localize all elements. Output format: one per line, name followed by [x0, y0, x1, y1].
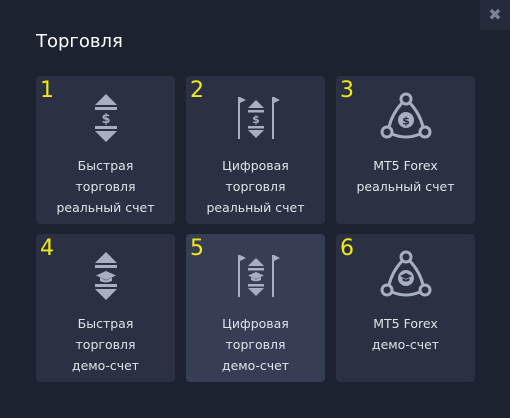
card-number: 5 — [190, 236, 204, 261]
card-number: 2 — [190, 78, 204, 103]
digital-trading-demo-icon — [237, 255, 280, 297]
svg-text:$: $ — [402, 115, 410, 128]
mt5-forex-demo-icon — [380, 250, 431, 297]
digital-trading-dollar-icon: $ — [237, 97, 280, 139]
svg-text:$: $ — [101, 112, 110, 127]
card-digital-trading-real[interactable]: 2 $ Цифровая торговля реальный счет — [186, 76, 325, 224]
card-mt5-forex-demo[interactable]: 6 MT5 Forex демо-счет — [336, 234, 475, 382]
card-number: 6 — [340, 236, 354, 261]
mt5-forex-dollar-icon: $ — [380, 92, 431, 139]
close-icon: ✖ — [488, 5, 502, 24]
card-mt5-forex-real[interactable]: 3 $ MT5 Forex реальный счет — [336, 76, 475, 224]
card-number: 4 — [40, 236, 54, 261]
card-label: Быстрая торговля демо-счет — [71, 316, 140, 373]
card-number: 3 — [340, 78, 354, 103]
card-label: Быстрая торговля реальный счет — [56, 158, 155, 215]
modal-title: Торговля — [36, 31, 123, 52]
trading-modal: ✖ Торговля 1 $ Быстрая торговля реальный… — [0, 0, 510, 418]
card-quick-trading-real[interactable]: 1 $ Быстрая торговля реальный счет — [36, 76, 175, 224]
quick-trading-dollar-icon: $ — [94, 94, 117, 142]
quick-trading-demo-icon — [94, 252, 117, 300]
card-label: MT5 Forex демо-счет — [371, 316, 440, 352]
card-label: Цифровая торговля демо-счет — [221, 316, 290, 373]
card-number: 1 — [40, 78, 54, 103]
trading-options-grid: 1 $ Быстрая торговля реальный счет 2 $ Ц… — [36, 76, 476, 383]
close-button[interactable]: ✖ — [480, 0, 510, 30]
card-label: MT5 Forex реальный счет — [356, 158, 455, 194]
svg-text:$: $ — [252, 113, 260, 126]
card-digital-trading-demo[interactable]: 5 Цифровая торговля демо-счет — [186, 234, 325, 382]
card-quick-trading-demo[interactable]: 4 Быстрая торговля демо-счет — [36, 234, 175, 382]
card-label: Цифровая торговля реальный счет — [206, 158, 305, 215]
